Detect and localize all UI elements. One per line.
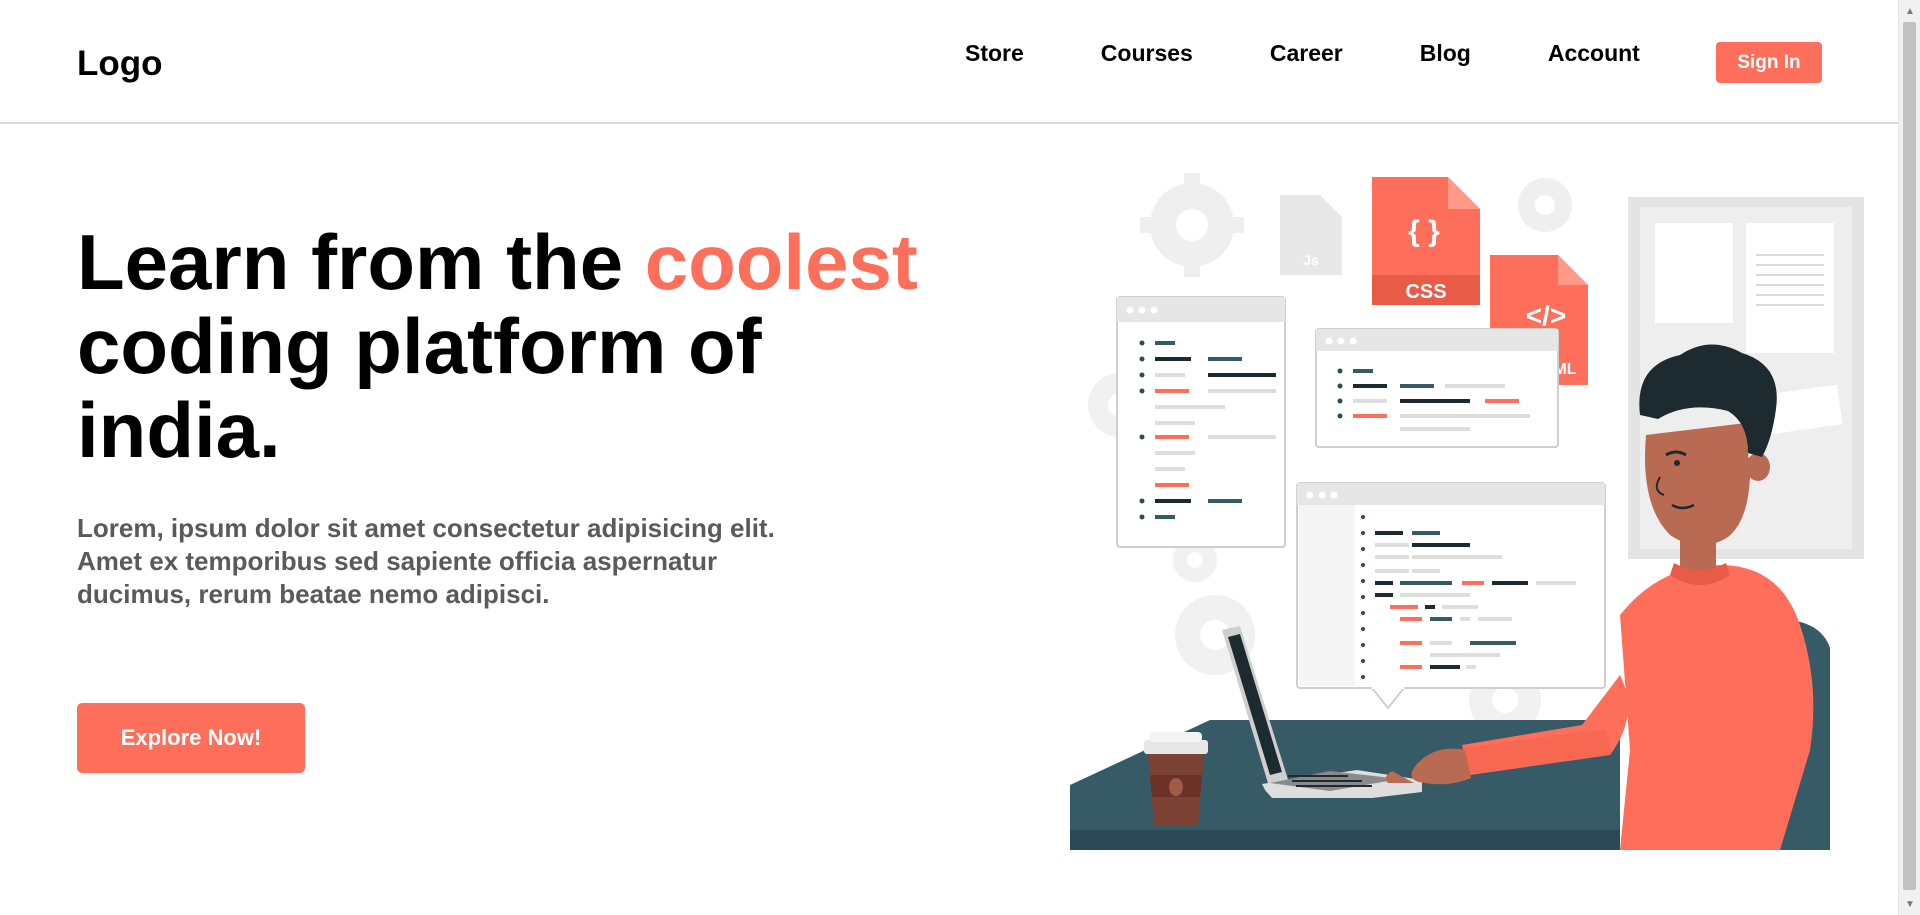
nav-link-account[interactable]: Account bbox=[1548, 40, 1640, 67]
nav-link-career[interactable]: Career bbox=[1270, 40, 1343, 67]
nav-link-courses[interactable]: Courses bbox=[1101, 40, 1193, 67]
js-file-icon: Js bbox=[1280, 195, 1342, 275]
code-window bbox=[1315, 328, 1559, 448]
css-file-symbol: { } bbox=[1408, 215, 1440, 248]
gear-icon bbox=[1518, 178, 1572, 232]
explore-now-button[interactable]: Explore Now! bbox=[77, 703, 305, 773]
hero-title: Learn from the coolest coding platform o… bbox=[77, 220, 977, 472]
vertical-scrollbar[interactable]: ▲ ▼ bbox=[1898, 0, 1920, 915]
coffee-cup bbox=[1144, 732, 1208, 826]
scroll-down-arrow-icon[interactable]: ▼ bbox=[1899, 893, 1920, 915]
scrollbar-thumb[interactable] bbox=[1903, 22, 1916, 890]
hero-title-part2: coding platform of india. bbox=[77, 302, 762, 474]
code-window bbox=[1116, 296, 1286, 548]
gear-icon bbox=[1140, 173, 1244, 277]
sign-in-button[interactable]: Sign In bbox=[1716, 42, 1822, 83]
css-file-icon: { } CSS bbox=[1372, 177, 1480, 305]
hero-title-part1: Learn from the bbox=[77, 218, 645, 306]
navbar: Logo Store Courses Career Blog Account S… bbox=[0, 0, 1898, 124]
logo[interactable]: Logo bbox=[77, 44, 163, 84]
nav-links: Store Courses Career Blog Account bbox=[965, 40, 1717, 67]
css-file-label: CSS bbox=[1405, 281, 1446, 303]
nav-link-store[interactable]: Store bbox=[965, 40, 1024, 67]
page: Logo Store Courses Career Blog Account S… bbox=[0, 0, 1898, 915]
scroll-up-arrow-icon[interactable]: ▲ bbox=[1899, 0, 1920, 22]
code-window bbox=[1296, 482, 1606, 710]
html-file-symbol: </> bbox=[1526, 300, 1566, 331]
hero-illustration: Js { } CSS </> ML bbox=[1070, 173, 1864, 850]
hero-title-accent: coolest bbox=[644, 218, 918, 306]
nav-link-blog[interactable]: Blog bbox=[1420, 40, 1471, 67]
js-file-label: Js bbox=[1303, 252, 1319, 268]
hero-description: Lorem, ipsum dolor sit amet consectetur … bbox=[77, 513, 775, 609]
